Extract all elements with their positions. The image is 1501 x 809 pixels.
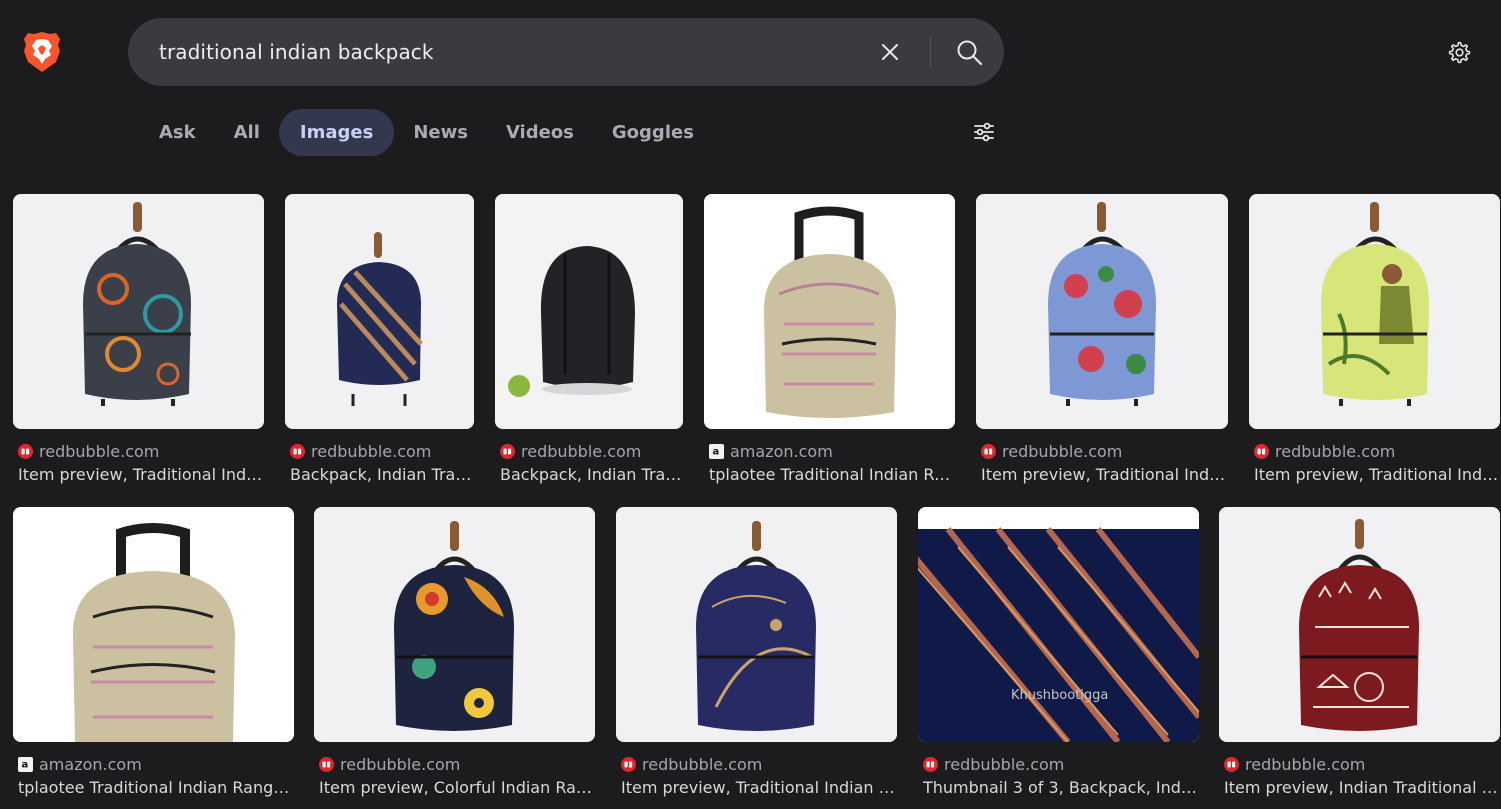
result-source-label: redbubble.com [39,442,160,461]
svg-text:a: a [22,760,29,771]
image-result[interactable]: redbubble.com Item preview, Indian Tradi… [1219,507,1500,809]
result-thumbnail[interactable] [616,507,897,742]
tab-ask[interactable]: Ask [140,109,215,156]
redbubble-icon [319,757,334,772]
result-thumbnail[interactable] [495,194,683,429]
result-source-label: redbubble.com [1275,442,1396,461]
redbubble-icon [981,444,996,459]
result-source-label: amazon.com [39,755,142,774]
tab-videos[interactable]: Videos [487,109,593,156]
result-source-label: redbubble.com [521,442,642,461]
image-result[interactable]: redbubble.com Backpack, Indian Trad... [495,194,683,494]
result-title[interactable]: Item preview, Indian Traditional Wa... [1224,778,1500,797]
result-title[interactable]: Item preview, Traditional Indian 'Ra... [621,778,897,797]
svg-text:a: a [713,447,720,458]
result-source[interactable]: redbubble.com [923,755,1064,774]
result-source-label: redbubble.com [1245,755,1366,774]
image-result[interactable]: a amazon.com tplaotee Traditional Indian … [704,194,955,494]
redbubble-icon [621,757,636,772]
top-bar: traditional indian backpack [0,0,1501,100]
result-source-label: redbubble.com [311,442,432,461]
result-title[interactable]: Thumbnail 3 of 3, Backpack, Indian... [923,778,1199,797]
result-source[interactable]: redbubble.com [1224,755,1365,774]
result-thumbnail[interactable] [285,194,474,429]
result-source[interactable]: redbubble.com [319,755,460,774]
tab-all[interactable]: All [215,109,279,156]
result-title[interactable]: Item preview, Traditional Indian... [1254,465,1500,484]
result-source[interactable]: a amazon.com [18,755,142,774]
result-title[interactable]: Backpack, Indian Trad... [290,465,474,484]
result-title[interactable]: Backpack, Indian Trad... [500,465,683,484]
image-result[interactable]: redbubble.com Item preview, Colorful Ind… [314,507,595,809]
redbubble-icon [923,757,938,772]
image-result[interactable]: redbubble.com Item preview, Traditional … [976,194,1228,494]
result-source-label: redbubble.com [1002,442,1123,461]
filter-settings-icon[interactable] [972,120,996,144]
redbubble-icon [1254,444,1269,459]
result-source-label: redbubble.com [944,755,1065,774]
result-title[interactable]: tplaotee Traditional Indian Rangoli ... [18,778,294,797]
clear-icon[interactable] [878,40,902,64]
amazon-icon: a [709,444,724,459]
result-source-label: redbubble.com [340,755,461,774]
result-source[interactable]: redbubble.com [1254,442,1395,461]
result-title[interactable]: tplaotee Traditional Indian Ran... [709,465,955,484]
result-source[interactable]: redbubble.com [500,442,641,461]
watermark-text: Khushbootigga [1011,688,1109,703]
result-thumbnail[interactable] [13,194,264,429]
result-thumbnail[interactable] [1219,507,1500,742]
result-thumbnail[interactable] [704,194,955,429]
redbubble-icon [18,444,33,459]
image-result[interactable]: a amazon.com tplaotee Traditional Indian … [13,507,294,809]
image-result[interactable]: redbubble.com Backpack, Indian Trad... [285,194,474,494]
result-thumbnail[interactable] [314,507,595,742]
result-title[interactable]: Item preview, Colorful Indian Rang... [319,778,595,797]
redbubble-icon [1224,757,1239,772]
image-result[interactable]: redbubble.com Item preview, Traditional … [1249,194,1500,494]
result-source-label: redbubble.com [642,755,763,774]
search-input[interactable]: traditional indian backpack [159,18,434,86]
result-source-label: amazon.com [730,442,833,461]
result-title[interactable]: Item preview, Traditional Indian... [981,465,1228,484]
result-source[interactable]: redbubble.com [621,755,762,774]
image-result[interactable]: Khushbootigga redbubble.com Thumbnail 3 … [918,507,1199,809]
search-divider [930,36,931,68]
result-thumbnail[interactable] [976,194,1228,429]
result-thumbnail[interactable] [918,507,1199,742]
search-tabs: Ask All Images News Videos Goggles [140,109,713,156]
tab-news[interactable]: News [394,109,487,156]
redbubble-icon [500,444,515,459]
result-source[interactable]: a amazon.com [709,442,833,461]
result-source[interactable]: redbubble.com [290,442,431,461]
result-source[interactable]: redbubble.com [18,442,159,461]
tab-images[interactable]: Images [278,109,395,156]
result-title[interactable]: Item preview, Traditional Indian... [18,465,264,484]
redbubble-icon [290,444,305,459]
image-result[interactable]: redbubble.com Item preview, Traditional … [616,507,897,809]
amazon-icon: a [18,757,33,772]
search-bar: traditional indian backpack [128,18,1004,86]
result-source[interactable]: redbubble.com [981,442,1122,461]
gear-icon[interactable] [1446,40,1471,65]
image-result[interactable]: redbubble.com Item preview, Traditional … [13,194,264,494]
result-thumbnail[interactable] [13,507,294,742]
result-thumbnail[interactable] [1249,194,1500,429]
brave-logo-icon[interactable] [23,31,61,73]
tab-goggles[interactable]: Goggles [593,109,713,156]
search-icon[interactable] [956,39,983,66]
